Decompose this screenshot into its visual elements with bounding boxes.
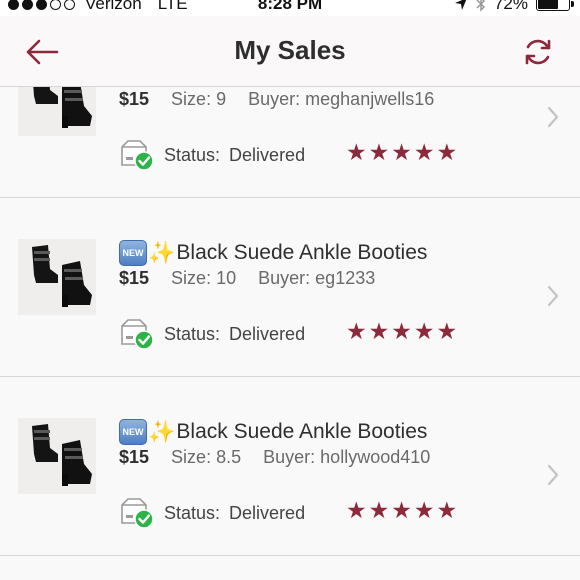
status-row: Status: Delivered	[120, 139, 305, 171]
status-label: Status:	[164, 144, 221, 165]
sale-list-item-3[interactable]: NEW ✨ Black Suede Ankle Booties $15 Size…	[0, 377, 580, 556]
buyer-info: Buyer: hollywood410	[263, 447, 430, 468]
size-label: Size:	[171, 89, 212, 109]
package-delivered-icon	[120, 318, 154, 350]
buyer-username[interactable]: eg1233	[315, 268, 375, 288]
size-info: Size: 9	[171, 89, 226, 110]
sale-list-item-2[interactable]: NEW ✨ Black Suede Ankle Booties $15 Size…	[0, 198, 580, 377]
star-icon: ★	[368, 318, 390, 344]
size-value: 8.5	[216, 447, 242, 467]
star-icon: ★	[368, 497, 390, 523]
chevron-right-icon	[547, 285, 559, 307]
star-icon: ★	[346, 497, 367, 523]
rating-stars: ★ ★ ★ ★ ★	[346, 141, 457, 164]
refresh-icon[interactable]	[522, 36, 554, 68]
details-row: $15 Size: 8.5 Buyer: hollywood410	[119, 447, 430, 468]
title-row: NEW ✨ Black Suede Ankle Booties	[119, 240, 427, 266]
status-row: Status: Delivered	[120, 318, 305, 350]
booties-image	[18, 418, 96, 494]
package-delivered-icon	[120, 139, 154, 171]
bluetooth-icon	[476, 0, 486, 12]
status-value: Delivered	[229, 144, 306, 165]
buyer-info: Buyer: meghanjwells16	[248, 89, 434, 110]
nav-bar: My Sales	[0, 16, 580, 87]
title-row: NEW ✨ Black Suede Ankle Booties	[119, 419, 427, 445]
battery-level	[538, 0, 558, 9]
star-icon: ★	[436, 139, 458, 165]
buyer-username[interactable]: meghanjwells16	[305, 89, 434, 109]
star-icon: ★	[413, 318, 435, 344]
rating-stars: ★ ★ ★ ★ ★	[346, 320, 457, 343]
package-delivered-icon	[120, 497, 154, 529]
new-badge-text: NEW	[122, 427, 144, 437]
star-icon: ★	[413, 139, 435, 165]
product-title: Black Suede Ankle Booties	[176, 420, 428, 443]
sparkles-icon: ✨	[148, 419, 176, 444]
size-label: Size:	[171, 447, 212, 467]
status-row: Status: Delivered	[120, 497, 305, 529]
status-value: Delivered	[229, 323, 306, 344]
booties-image	[18, 239, 96, 315]
status-label: Status:	[164, 502, 221, 523]
new-badge-icon: NEW	[119, 240, 147, 266]
size-value: 10	[216, 268, 237, 288]
price: $15	[119, 447, 150, 467]
new-badge-text: NEW	[122, 248, 144, 258]
size-label: Size:	[171, 268, 212, 288]
buyer-label: Buyer:	[248, 89, 301, 109]
star-icon: ★	[346, 139, 367, 165]
star-icon: ★	[391, 139, 412, 165]
star-icon: ★	[346, 318, 367, 344]
chevron-right-icon	[547, 464, 559, 486]
buyer-username[interactable]: hollywood410	[320, 447, 430, 467]
product-thumbnail	[18, 239, 96, 315]
new-badge-icon: NEW	[119, 419, 147, 445]
status-bar: Verizon LTE 8:28 PM 72%	[0, 0, 580, 16]
buyer-label: Buyer:	[258, 268, 311, 288]
star-icon: ★	[368, 139, 390, 165]
star-icon: ★	[391, 497, 412, 523]
star-icon: ★	[436, 497, 458, 523]
status-label: Status:	[164, 323, 221, 344]
buyer-label: Buyer:	[263, 447, 316, 467]
chevron-right-icon	[547, 106, 559, 128]
buyer-info: Buyer: eg1233	[258, 268, 375, 289]
details-row: $15 Size: 9 Buyer: meghanjwells16	[119, 89, 434, 110]
star-icon: ★	[436, 318, 458, 344]
status-right: 72%	[454, 0, 574, 14]
star-icon: ★	[413, 497, 435, 523]
sales-list: NEW ✨ Black Suede Ankle Booties $15 Size…	[0, 19, 580, 556]
battery-icon	[536, 0, 574, 11]
size-info: Size: 10	[171, 268, 236, 289]
size-info: Size: 8.5	[171, 447, 241, 468]
rating-stars: ★ ★ ★ ★ ★	[346, 499, 457, 522]
price: $15	[119, 268, 150, 288]
price: $15	[119, 89, 150, 109]
status-value: Delivered	[229, 502, 306, 523]
location-arrow-icon	[454, 0, 467, 10]
size-value: 9	[216, 89, 227, 109]
screen: Verizon LTE 8:28 PM 72% My Sales $15 Siz…	[0, 0, 580, 580]
product-thumbnail	[18, 418, 96, 494]
sparkles-icon: ✨	[148, 240, 176, 265]
battery-percent: 72%	[493, 0, 528, 13]
star-icon: ★	[391, 318, 412, 344]
details-row: $15 Size: 10 Buyer: eg1233	[119, 268, 375, 289]
product-title: Black Suede Ankle Booties	[176, 241, 428, 264]
page-title: My Sales	[234, 35, 346, 65]
